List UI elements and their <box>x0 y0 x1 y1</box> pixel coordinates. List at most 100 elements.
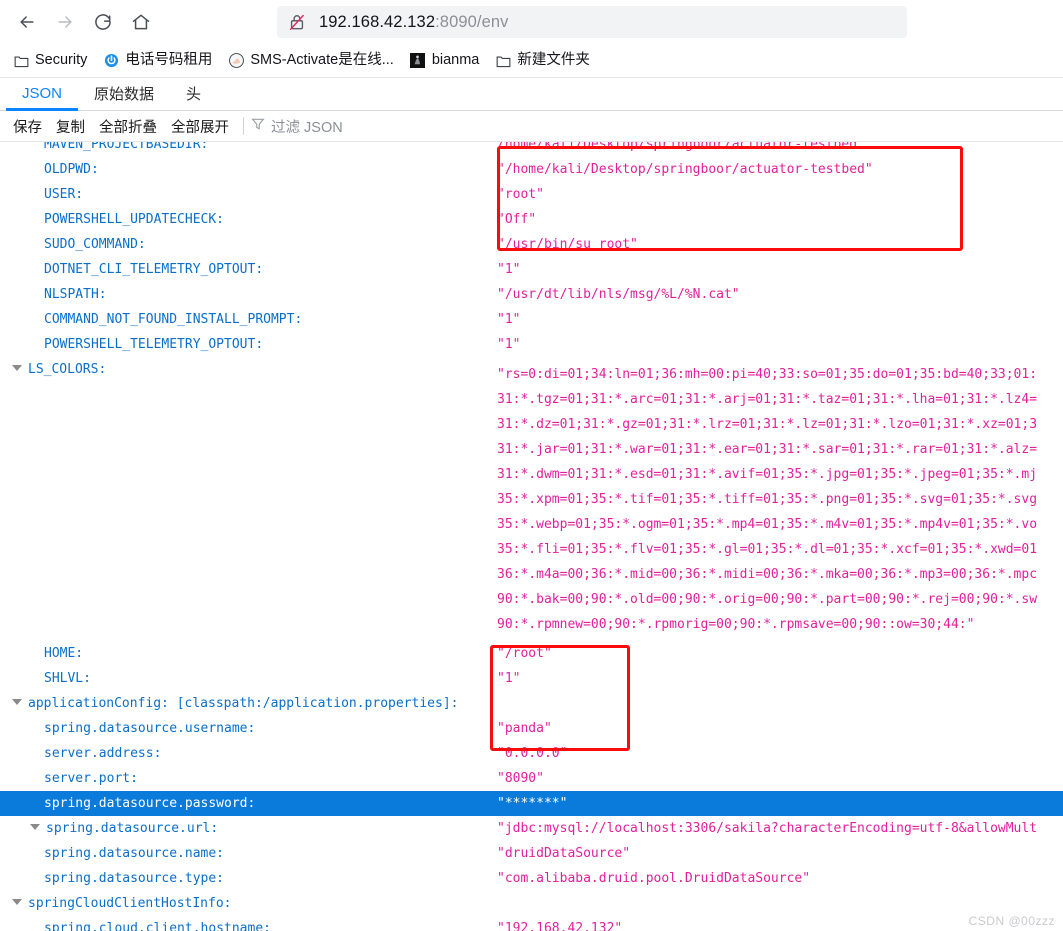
json-value: "Off" <box>497 212 537 227</box>
table-row[interactable]: SHLVL: "1" <box>0 666 1063 691</box>
tab-label: 头 <box>186 85 202 103</box>
json-key: spring.datasource.type: <box>44 871 225 886</box>
json-value: "1" <box>497 337 521 352</box>
table-row[interactable]: spring.cloud.client.hostname: "192.168.4… <box>0 916 1063 931</box>
folder-icon <box>495 53 511 69</box>
json-key: spring.datasource.url: <box>46 821 219 836</box>
json-key: USER: <box>44 187 84 202</box>
toolbar-divider <box>243 117 244 135</box>
reload-button[interactable] <box>84 3 122 41</box>
table-row[interactable]: POWERSHELL_TELEMETRY_OPTOUT: "1" <box>0 332 1063 357</box>
json-value: "druidDataSource" <box>497 846 631 861</box>
table-row-selected-datasource-password[interactable]: spring.datasource.password: "*******" <box>0 791 1063 816</box>
json-content-panel[interactable]: MAVEN_PROJECTBASEDIR: /home/kali/Desktop… <box>0 142 1063 931</box>
chevron-down-icon[interactable] <box>12 699 22 705</box>
json-value: "jdbc:mysql://localhost:3306/sakila?char… <box>497 821 1038 836</box>
table-row[interactable]: HOME: "/root" <box>0 641 1063 666</box>
json-key: spring.cloud.client.hostname: <box>44 921 271 931</box>
tab-label: JSON <box>22 84 63 102</box>
broken-padlock-icon[interactable] <box>287 12 307 32</box>
table-row[interactable]: OLDPWD: "/home/kali/Desktop/springboor/a… <box>0 157 1063 182</box>
back-button[interactable] <box>8 3 46 41</box>
json-viewer-tabs: JSON 原始数据 头 <box>0 78 1063 111</box>
table-row[interactable]: spring.datasource.type: "com.alibaba.dru… <box>0 866 1063 891</box>
json-key: spring.datasource.password: <box>44 796 256 811</box>
bookmark-bianma[interactable]: bianma <box>403 48 487 74</box>
bookmark-label: SMS-Activate是在线... <box>250 52 394 69</box>
json-value: "1" <box>497 262 521 277</box>
table-row[interactable]: USER: "root" <box>0 182 1063 207</box>
json-group-env-rows: MAVEN_PROJECTBASEDIR: /home/kali/Desktop… <box>0 142 1063 357</box>
address-bar[interactable]: 192.168.42.132:8090/env <box>277 6 907 38</box>
url-path: :8090/env <box>435 12 509 31</box>
json-key: MAVEN_PROJECTBASEDIR: <box>44 142 209 152</box>
watermark: CSDN @00zzz <box>968 914 1055 928</box>
json-value: "/root" <box>497 646 552 661</box>
table-row[interactable]: POWERSHELL_UPDATECHECK: "Off" <box>0 207 1063 232</box>
bookmark-new-folder[interactable]: 新建文件夹 <box>488 48 597 74</box>
browser-navigation-bar: 192.168.42.132:8090/env <box>0 0 1063 44</box>
chevron-down-icon[interactable] <box>30 824 40 830</box>
json-value: "0.0.0.0" <box>497 746 568 761</box>
json-value: "root" <box>497 187 544 202</box>
address-bar-text: 192.168.42.132:8090/env <box>319 13 509 32</box>
json-key: server.port: <box>44 771 138 786</box>
json-key: server.address: <box>44 746 162 761</box>
json-value: "com.alibaba.druid.pool.DruidDataSource" <box>497 871 811 886</box>
bookmark-phone-number-rental[interactable]: 电话号码租用 <box>96 48 219 74</box>
table-row[interactable]: COMMAND_NOT_FOUND_INSTALL_PROMPT: "1" <box>0 307 1063 332</box>
bookmark-label: bianma <box>431 52 480 69</box>
json-key: SUDO_COMMAND: <box>44 237 146 252</box>
json-key: NLSPATH: <box>44 287 107 302</box>
json-value: /home/kali/Desktop/springboor/actuator-t… <box>497 142 858 152</box>
filter-placeholder: 过滤 JSON <box>271 119 343 136</box>
home-button[interactable] <box>122 3 160 41</box>
expand-all-button[interactable]: 全部展开 <box>164 116 236 137</box>
collapse-all-button[interactable]: 全部折叠 <box>92 116 164 137</box>
chevron-down-icon[interactable] <box>12 899 22 905</box>
table-row[interactable]: spring.datasource.username: "panda" <box>0 716 1063 741</box>
copy-button[interactable]: 复制 <box>49 116 92 137</box>
table-row[interactable]: server.port: "8090" <box>0 766 1063 791</box>
table-row[interactable]: spring.datasource.url: "jdbc:mysql://loc… <box>0 816 1063 841</box>
bianma-icon <box>410 53 426 69</box>
json-key: POWERSHELL_TELEMETRY_OPTOUT: <box>44 337 264 352</box>
json-value: "1" <box>497 312 521 327</box>
bookmarks-bar: Security 电话号码租用 SMS-Activate是在线... bianm… <box>0 44 1063 78</box>
json-value: "8090" <box>497 771 544 786</box>
tab-raw-data[interactable]: 原始数据 <box>78 78 170 111</box>
json-key: DOTNET_CLI_TELEMETRY_OPTOUT: <box>44 262 264 277</box>
filter-json-input[interactable]: 过滤 JSON <box>251 116 343 137</box>
table-row-ls-colors[interactable]: LS_COLORS: "rs=0:di=01;34:ln=01;36:mh=00… <box>0 357 1063 641</box>
table-row[interactable]: MAVEN_PROJECTBASEDIR: /home/kali/Desktop… <box>0 142 1063 157</box>
bookmark-sms-activate[interactable]: SMS-Activate是在线... <box>221 48 400 74</box>
json-group-env-rows-2: HOME: "/root" SHLVL: "1" <box>0 641 1063 691</box>
json-value: "/usr/dt/lib/nls/msg/%L/%N.cat" <box>497 287 740 302</box>
json-value: "/usr/bin/su root" <box>497 237 638 252</box>
tab-json[interactable]: JSON <box>6 78 79 111</box>
table-row[interactable]: server.address: "0.0.0.0" <box>0 741 1063 766</box>
json-key: spring.datasource.name: <box>44 846 225 861</box>
bookmark-label: Security <box>35 52 88 69</box>
json-key: springCloudClientHostInfo: <box>28 896 232 911</box>
browser-chrome: 192.168.42.132:8090/env Security 电话号码租用 … <box>0 0 1063 78</box>
tab-headers[interactable]: 头 <box>170 78 217 111</box>
table-row[interactable]: spring.datasource.name: "druidDataSource… <box>0 841 1063 866</box>
bookmark-security[interactable]: Security <box>6 48 94 74</box>
forward-button[interactable] <box>46 3 84 41</box>
json-key: LS_COLORS: <box>28 362 107 377</box>
table-row-spring-cloud-client-host-info[interactable]: springCloudClientHostInfo: <box>0 891 1063 916</box>
url-host: 192.168.42.132 <box>319 12 436 31</box>
json-value: "1" <box>497 671 521 686</box>
json-value: "*******" <box>497 796 568 811</box>
table-row[interactable]: NLSPATH: "/usr/dt/lib/nls/msg/%L/%N.cat" <box>0 282 1063 307</box>
sms-activate-icon <box>228 53 244 69</box>
table-row-application-config[interactable]: applicationConfig: [classpath:/applicati… <box>0 691 1063 716</box>
json-key: spring.datasource.username: <box>44 721 256 736</box>
table-row[interactable]: DOTNET_CLI_TELEMETRY_OPTOUT: "1" <box>0 257 1063 282</box>
chevron-down-icon[interactable] <box>12 365 22 371</box>
table-row[interactable]: SUDO_COMMAND: "/usr/bin/su root" <box>0 232 1063 257</box>
json-value-ls-colors: "rs=0:di=01;34:ln=01;36:mh=00:pi=40;33:s… <box>497 367 1038 632</box>
save-button[interactable]: 保存 <box>6 116 49 137</box>
json-key: SHLVL: <box>44 671 91 686</box>
